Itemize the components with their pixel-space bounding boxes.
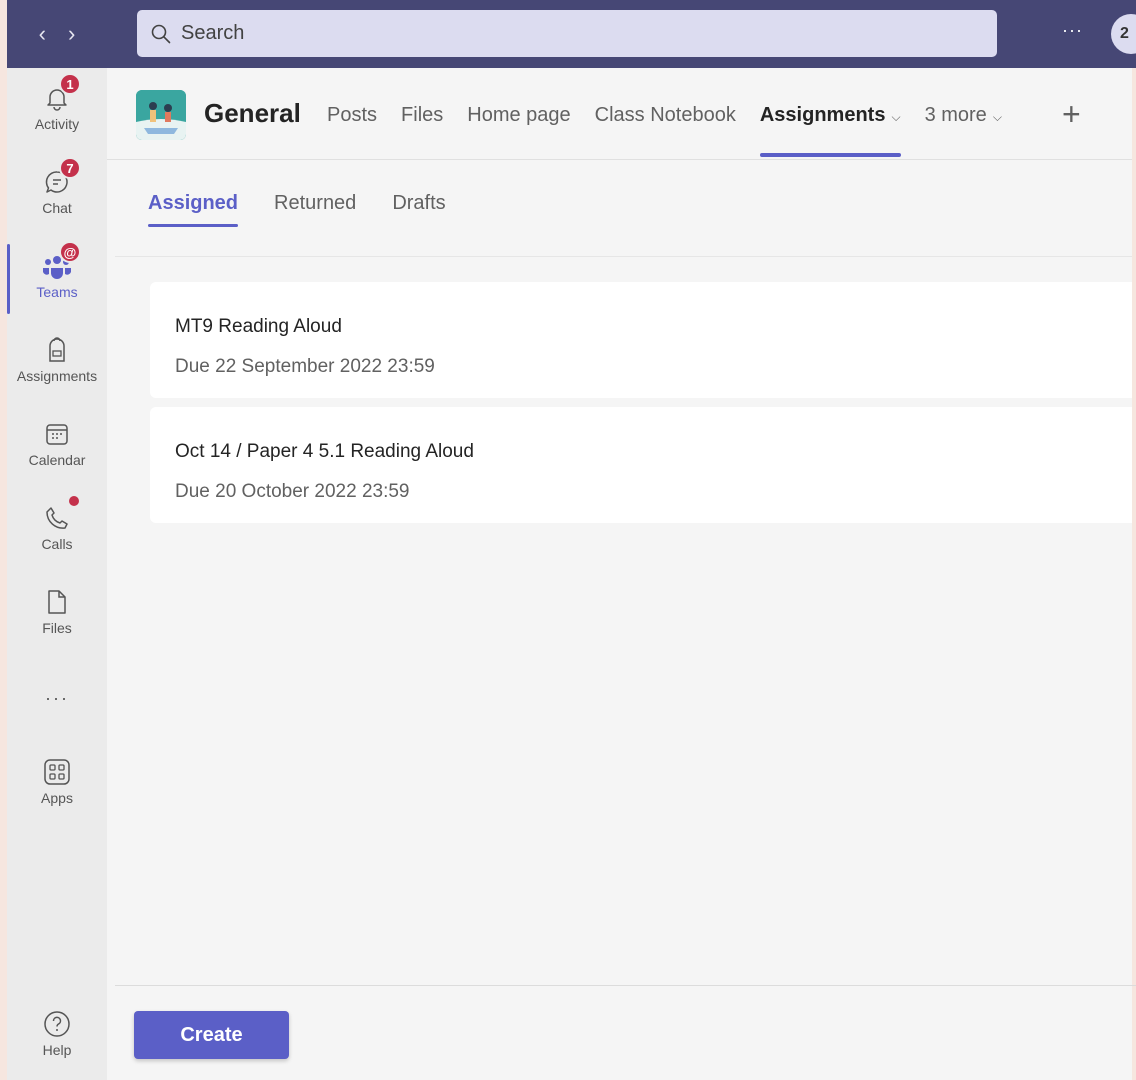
tab-assignments[interactable]: Assignments ⌵ — [759, 104, 901, 157]
chevron-down-icon: ⌵ — [992, 110, 1002, 124]
assignment-title: Oct 14 / Paper 4 5.1 Reading Aloud — [175, 441, 474, 462]
back-arrow-icon[interactable]: ‹ — [39, 23, 46, 45]
tab-posts[interactable]: Posts — [327, 104, 377, 127]
assignment-due-date: Due 22 September 2022 23:59 — [175, 356, 435, 377]
assignment-title: MT9 Reading Aloud — [175, 316, 342, 337]
footer-divider — [115, 985, 1136, 986]
rail-label-assignments: Assignments — [16, 368, 98, 384]
assignment-card[interactable]: MT9 Reading Aloud Due 22 September 2022 … — [150, 282, 1136, 398]
rail-label-activity: Activity — [34, 116, 80, 132]
chat-icon: 7 — [41, 157, 81, 198]
tab-assignments-label: Assignments — [759, 104, 886, 126]
file-icon — [41, 586, 73, 618]
top-bar: ‹ › ··· 2 — [7, 0, 1136, 68]
app-bar: 1 Activity 7 Chat @ Teams Assignments Ca… — [7, 68, 107, 1080]
search-box[interactable] — [137, 10, 997, 57]
user-avatar[interactable]: 2 — [1111, 14, 1136, 54]
calendar-icon — [41, 418, 73, 450]
assignment-card[interactable]: Oct 14 / Paper 4 5.1 Reading Aloud Due 2… — [150, 407, 1136, 523]
backpack-icon — [41, 334, 73, 366]
rail-label-apps: Apps — [41, 790, 73, 806]
tab-more[interactable]: 3 more ⌵ — [925, 104, 1002, 127]
rail-label-calls: Calls — [41, 536, 73, 552]
chat-badge: 7 — [59, 157, 81, 179]
forward-arrow-icon[interactable]: › — [68, 23, 75, 45]
subtab-assigned[interactable]: Assigned — [148, 192, 239, 227]
assignment-filter-tabs: Assigned Returned Drafts — [148, 192, 446, 227]
rail-item-files[interactable]: Files — [7, 572, 107, 650]
search-icon — [151, 24, 171, 43]
rail-item-calendar[interactable]: Calendar — [7, 404, 107, 482]
rail-label-chat: Chat — [42, 200, 72, 216]
channel-tabs: Posts Files Home page Class Notebook Ass… — [327, 104, 1002, 157]
tab-files[interactable]: Files — [401, 104, 443, 127]
history-nav: ‹ › — [7, 23, 107, 45]
apps-grid-icon — [41, 756, 73, 788]
help-icon — [41, 1008, 73, 1040]
subtab-returned[interactable]: Returned — [274, 192, 356, 215]
rail-label-files: Files — [42, 620, 72, 636]
create-button[interactable]: Create — [134, 1011, 289, 1059]
rail-item-activity[interactable]: 1 Activity — [7, 68, 107, 146]
team-avatar[interactable] — [136, 90, 186, 140]
rail-item-apps[interactable]: Apps — [7, 742, 107, 820]
subtabs-divider — [115, 256, 1136, 257]
tab-home-page[interactable]: Home page — [467, 104, 570, 127]
subtab-drafts[interactable]: Drafts — [392, 192, 445, 215]
rail-item-chat[interactable]: 7 Chat — [7, 152, 107, 230]
tab-more-label: 3 more — [924, 104, 987, 126]
bell-icon: 1 — [41, 73, 81, 114]
rail-label-teams: Teams — [36, 284, 78, 300]
tab-class-notebook[interactable]: Class Notebook — [595, 104, 736, 127]
phone-icon — [41, 496, 79, 534]
rail-item-calls[interactable]: Calls — [7, 488, 107, 566]
settings-more-button[interactable]: ··· — [1062, 20, 1083, 41]
calls-notification-dot — [69, 496, 79, 506]
window-edge — [0, 0, 7, 1080]
rail-label-help: Help — [42, 1042, 72, 1058]
more-apps-button[interactable]: ··· — [7, 688, 107, 709]
assignment-due-date: Due 20 October 2022 23:59 — [175, 481, 410, 502]
window-edge-right — [1132, 68, 1136, 1080]
rail-item-help[interactable]: Help — [7, 994, 107, 1072]
rail-label-calendar: Calendar — [28, 452, 86, 468]
rail-item-teams[interactable]: @ Teams — [7, 236, 107, 314]
teams-icon: @ — [41, 241, 81, 282]
chevron-down-icon: ⌵ — [891, 110, 901, 124]
teams-mention-badge: @ — [59, 241, 81, 263]
search-input[interactable] — [181, 22, 961, 45]
rail-item-assignments[interactable]: Assignments — [7, 320, 107, 398]
channel-header: General Posts Files Home page Class Note… — [107, 68, 1136, 160]
add-tab-plus-icon[interactable]: + — [1062, 96, 1081, 133]
channel-title: General — [204, 98, 301, 128]
activity-badge: 1 — [59, 73, 81, 95]
